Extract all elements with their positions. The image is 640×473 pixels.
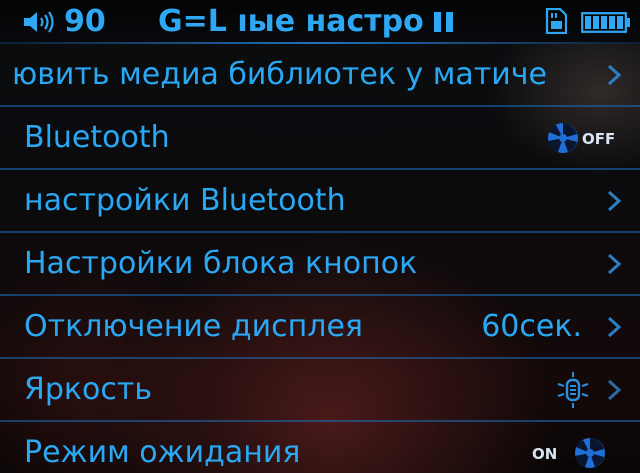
toggle-off-icon[interactable]: OFF	[544, 121, 624, 155]
menu-item-label: Bluetooth	[24, 120, 170, 155]
volume-level: 90	[64, 4, 106, 39]
chevron-right-icon	[607, 190, 622, 212]
menu-item-display-off[interactable]: Отключение дисплея 60сек.	[0, 296, 640, 359]
menu-item-label: Режим ожидания	[24, 435, 301, 470]
menu-item-update-media-library[interactable]: ювить медиа библиотек у матиче	[0, 44, 640, 107]
speaker-icon	[24, 11, 54, 33]
chevron-right-icon	[607, 64, 622, 86]
menu-item-label: настройки Bluetooth	[24, 183, 346, 218]
menu-item-label: ювить медиа библиотек у матиче	[12, 57, 547, 92]
toggle-on-icon[interactable]: ON	[532, 436, 612, 470]
screen: 90 G=L ıые настро ювить медиа библиотек …	[0, 0, 640, 473]
menu-item-label: Яркость	[24, 372, 153, 407]
toggle-state-text: OFF	[582, 130, 615, 148]
brightness-icon	[557, 372, 589, 408]
page-title: G=L ıые настро	[158, 4, 424, 39]
settings-list: ювить медиа библиотек у матиче Bluetooth…	[0, 44, 640, 473]
sd-card-icon	[545, 8, 567, 34]
battery-icon	[581, 12, 630, 33]
menu-item-brightness[interactable]: Яркость	[0, 359, 640, 422]
status-bar: 90 G=L ıые настро	[0, 0, 640, 44]
chevron-right-icon	[607, 379, 622, 401]
menu-item-bluetooth-settings[interactable]: настройки Bluetooth	[0, 170, 640, 233]
menu-item-button-lock-settings[interactable]: Настройки блока кнопок	[0, 233, 640, 296]
chevron-right-icon	[607, 316, 622, 338]
menu-item-label: Настройки блока кнопок	[24, 246, 418, 281]
menu-item-value: 60сек.	[481, 309, 582, 344]
menu-item-bluetooth[interactable]: Bluetooth OFF	[0, 107, 640, 170]
menu-item-label: Отключение дисплея	[24, 309, 363, 344]
menu-item-standby-mode[interactable]: Режим ожидания ON	[0, 422, 640, 473]
pause-icon	[434, 12, 453, 32]
toggle-state-text: ON	[532, 445, 557, 463]
chevron-right-icon	[607, 253, 622, 275]
